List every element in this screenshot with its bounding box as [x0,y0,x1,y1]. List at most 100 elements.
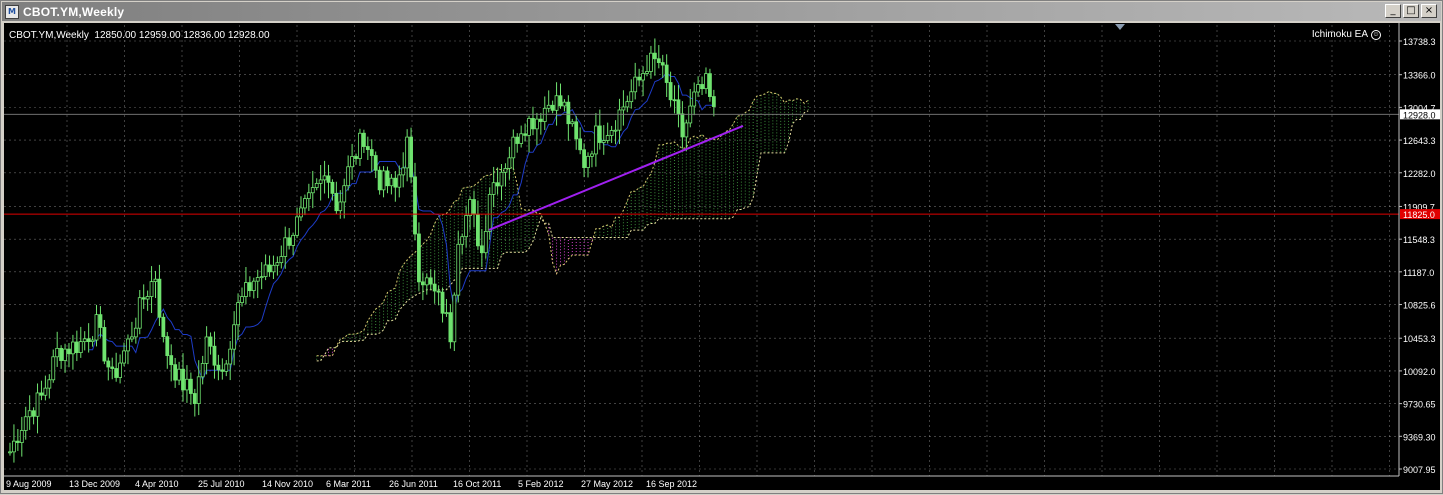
candle-body [527,118,531,136]
candle-body [59,347,64,361]
candle-body [204,336,209,364]
candle-body [641,73,645,81]
candle-body [153,278,158,283]
candle-body [456,243,461,296]
candle-body [43,387,48,396]
candle-body [74,341,79,354]
candle-body [102,327,107,362]
price-tick-label: 11548.3 [1403,235,1435,245]
candle-body [310,187,315,194]
candle-body [126,338,130,352]
candle-body [287,237,292,246]
candle-body [240,296,244,303]
candle-body [491,182,496,195]
candle-body [306,192,311,199]
candle-body [244,282,248,298]
candle-body [247,282,252,292]
price-tick-label: 13738.3 [1403,37,1436,47]
candle-body [660,62,665,66]
candle-body [354,156,358,159]
time-tick-label: 25 Jul 2010 [198,479,245,489]
candle-body [413,176,417,235]
candle-body [86,338,91,343]
candle-body [417,233,421,283]
candle-body [621,106,626,111]
candle-body [224,363,229,372]
candle-body [192,393,197,404]
candle-body [271,264,276,273]
candle-body [350,156,354,168]
candle-body [401,167,406,176]
candle-body [664,64,669,83]
candle-body [578,138,583,151]
candle-body [436,290,441,293]
candle-body [228,348,233,365]
candle-body [322,175,327,181]
price-tick-label: 12643.3 [1403,136,1436,146]
chart-info-text: CBOT.YM,Weekly 12850.00 12959.00 12836.0… [9,30,270,41]
candle-body [460,236,465,245]
price-chart[interactable]: 13738.313366.013004.712643.312282.011909… [1,1,1443,495]
price-axis: 13738.313366.013004.712643.312282.011909… [1398,23,1440,490]
price-tick-label: 9730.65 [1403,400,1436,410]
candle-body [291,234,296,246]
candle-body [566,101,571,125]
current-price-label: 12928.0 [1403,110,1436,120]
candle-body [236,302,240,326]
indicator-label[interactable]: Ichimoku EA ☺ [1312,29,1381,40]
grid-lines [4,25,1399,476]
candle-body [133,327,138,338]
candle-body [538,118,543,122]
candle-body [637,76,642,81]
candle-body [303,198,307,209]
candle-body [35,392,40,417]
candle-body [700,84,704,90]
indicator-name: Ichimoku EA [1311,29,1368,40]
candle-body [122,350,126,364]
chart-shift-marker[interactable] [1115,24,1125,30]
candle-body [672,99,677,102]
candle-body [554,95,559,111]
candle-body [185,378,189,391]
candle-body [220,369,225,372]
candle-body [696,84,701,93]
candle-body [169,355,174,366]
candle-body [358,132,362,159]
candle-body [487,194,492,232]
candle-body [326,175,331,183]
candle-body [283,237,288,257]
candle-body [295,216,299,236]
candle-body [381,170,386,191]
support-price-label: 11825.0 [1403,210,1435,220]
candle-body [39,392,44,396]
candle-body [82,338,87,343]
candle-body [267,264,272,273]
candle-body [94,314,99,341]
time-tick-label: 16 Sep 2012 [646,479,697,489]
time-tick-label: 6 Mar 2011 [326,479,371,489]
price-axis-background [1399,23,1440,490]
drawn-objects [4,113,1399,231]
candle-body [617,109,622,131]
candle-body [251,280,256,292]
candle-body [338,201,343,212]
candle-body [601,140,606,143]
price-tick-label: 11187.0 [1403,268,1434,278]
candle-body [342,185,347,203]
candle-body [503,168,508,173]
candle-body [562,101,567,107]
time-tick-label: 14 Nov 2010 [262,479,313,489]
candle-body [90,339,95,343]
candle-body [570,121,575,125]
candle-body [656,58,661,63]
candle-body [476,213,480,247]
candle-body [67,348,71,355]
candle-body [279,256,284,264]
candle-body [652,52,657,60]
candle-body [334,192,339,212]
candle-body [361,132,366,147]
candle-body [365,146,370,150]
candle-body [448,312,453,343]
candle-body [515,136,520,144]
candle-body [424,277,429,286]
